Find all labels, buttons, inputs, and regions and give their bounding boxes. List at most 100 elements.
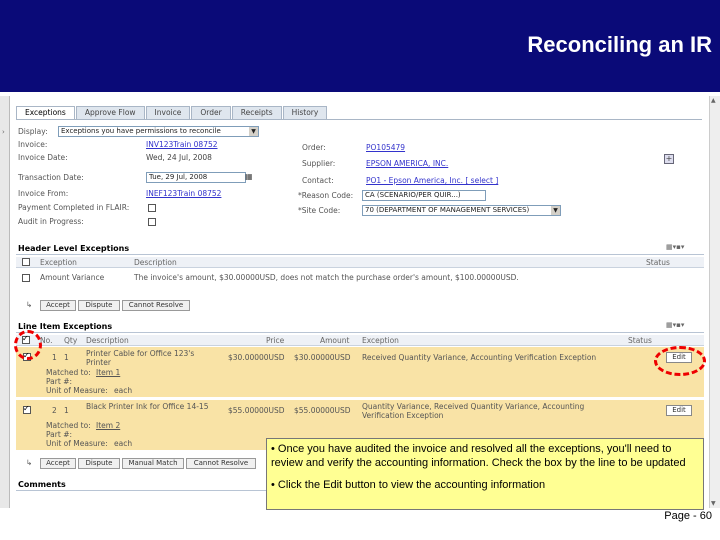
page-number: Page - 60 [664, 510, 712, 522]
cannot-resolve-button[interactable]: Cannot Resolve [186, 458, 256, 469]
uom-value: each [114, 439, 133, 448]
line-exceptions-title: Line Item Exceptions [18, 322, 113, 331]
row-qty: 1 [64, 406, 69, 415]
column-description: Description [134, 258, 177, 267]
row-amount: $55.00000USD [294, 406, 351, 415]
reason-code-value: CA (SCENARIO/PER QUIR...) [365, 191, 461, 199]
tab-order[interactable]: Order [191, 106, 231, 120]
left-rail[interactable]: › [0, 96, 10, 508]
expand-plus-icon[interactable]: + [664, 154, 674, 164]
invoice-from-label: Invoice From: [18, 189, 69, 198]
row-qty: 1 [64, 353, 69, 362]
row-no: 2 [52, 406, 57, 415]
selection-arrow-icon: ↳ [26, 300, 33, 309]
row-price: $30.00000USD [228, 353, 285, 362]
annotation-circle-checkbox [14, 330, 42, 360]
cannot-resolve-button[interactable]: Cannot Resolve [122, 300, 190, 311]
select-all-checkbox[interactable] [22, 258, 30, 266]
column-description: Description [86, 336, 129, 345]
matched-label: Matched to: [46, 368, 91, 377]
chevron-down-icon[interactable]: ▼ [249, 127, 258, 136]
tab-exceptions[interactable]: Exceptions [16, 106, 75, 120]
uom-label: Unit of Measure: [46, 439, 108, 448]
row-no: 1 [52, 353, 57, 362]
scroll-down-icon[interactable]: ▼ [711, 500, 716, 507]
collapse-arrow-icon[interactable]: › [2, 128, 5, 136]
uom-label: Unit of Measure: [46, 386, 108, 395]
row-checkbox[interactable] [23, 404, 31, 414]
edit-button[interactable]: Edit [666, 405, 692, 416]
payment-completed-checkbox[interactable] [148, 204, 156, 212]
column-exception: Exception [40, 258, 77, 267]
scroll-up-icon[interactable]: ▲ [711, 97, 716, 104]
table-row: 1 1 Printer Cable for Office 123's Print… [16, 347, 704, 397]
contact-link[interactable]: PO1 - Epson America, Inc. [ select ] [366, 176, 498, 185]
display-select[interactable]: Exceptions you have permissions to recon… [58, 126, 259, 137]
supplier-label: Supplier: [302, 159, 336, 168]
slide-banner: Reconciling an IR [0, 0, 720, 92]
column-amount: Amount [320, 336, 350, 345]
manual-match-button[interactable]: Manual Match [122, 458, 184, 469]
panel-options-icon[interactable]: ▦▾▪▾ [666, 321, 684, 329]
payment-completed-label: Payment Completed in FLAIR: [18, 203, 130, 212]
accept-button[interactable]: Accept [40, 300, 76, 311]
section-divider [16, 254, 704, 255]
vertical-scrollbar[interactable]: ▲ ▼ [709, 96, 720, 508]
header-exception-name: Amount Variance [40, 273, 105, 282]
supplier-link[interactable]: EPSON AMERICA, INC. [366, 159, 448, 168]
site-code-select[interactable]: 70 (DEPARTMENT OF MANAGEMENT SERVICES) ▼ [362, 205, 561, 216]
tab-receipts[interactable]: Receipts [231, 106, 282, 120]
tab-approve-flow[interactable]: Approve Flow [75, 106, 145, 120]
invoice-date-label: Invoice Date: [18, 153, 68, 162]
instruction-callout: • Once you have audited the invoice and … [266, 438, 704, 510]
tab-history[interactable]: History [282, 106, 328, 120]
tab-invoice[interactable]: Invoice [145, 106, 191, 120]
header-exception-checkbox[interactable] [22, 274, 30, 282]
accept-button[interactable]: Accept [40, 458, 76, 469]
line-exceptions-column-header: No. Qty Description Price Amount Excepti… [16, 334, 704, 346]
header-exceptions-title: Header Level Exceptions [18, 244, 130, 253]
callout-bullet-2: • Click the Edit button to view the acco… [271, 479, 546, 491]
header-exceptions-column-header: Exception Description Status [16, 257, 704, 268]
uom-value: each [114, 386, 133, 395]
header-exception-description: The invoice's amount, $30.00000USD, does… [134, 273, 519, 282]
row-exception: Quantity Variance, Received Quantity Var… [362, 402, 585, 420]
matched-link[interactable]: Item 2 [96, 421, 120, 430]
dispute-button[interactable]: Dispute [78, 300, 120, 311]
section-divider [16, 332, 704, 333]
tab-divider [16, 119, 702, 120]
annotation-circle-edit [654, 346, 706, 376]
row-exception: Received Quantity Variance, Accounting V… [362, 353, 597, 362]
invoice-link[interactable]: INV123Train 08752 [146, 140, 218, 149]
transaction-date-label: Transaction Date: [18, 173, 84, 182]
contact-label: Contact: [302, 176, 334, 185]
part-label: Part #: [46, 377, 73, 386]
calendar-icon[interactable]: ▦ [245, 172, 253, 181]
reason-code-label: *Reason Code: [298, 191, 354, 200]
column-qty: Qty [64, 336, 78, 345]
reason-code-select[interactable]: CA (SCENARIO/PER QUIR...) [362, 190, 486, 201]
chevron-down-icon[interactable]: ▼ [551, 206, 560, 215]
dispute-button[interactable]: Dispute [78, 458, 120, 469]
transaction-date-input[interactable]: Tue, 29 Jul, 2008 [146, 172, 246, 183]
selection-arrow-icon: ↳ [26, 458, 33, 467]
part-label: Part #: [46, 430, 73, 439]
invoice-from-link[interactable]: INEF123Train 08752 [146, 189, 221, 198]
row-price: $55.00000USD [228, 406, 285, 415]
audit-label: Audit in Progress: [18, 217, 84, 226]
column-price: Price [266, 336, 285, 345]
matched-link[interactable]: Item 1 [96, 368, 120, 377]
order-link[interactable]: PO105479 [366, 143, 405, 152]
column-exception: Exception [362, 336, 399, 345]
row-description: Printer Cable for Office 123's Printer [86, 349, 195, 367]
tab-bar: Exceptions Approve Flow Invoice Order Re… [16, 106, 328, 120]
invoice-date-value: Wed, 24 Jul, 2008 [146, 153, 212, 162]
panel-options-icon[interactable]: ▦▾▪▾ [666, 243, 684, 251]
row-amount: $30.00000USD [294, 353, 351, 362]
audit-checkbox[interactable] [148, 218, 156, 226]
display-label: Display: [18, 127, 48, 136]
column-status: Status [628, 336, 652, 345]
comments-title: Comments [18, 480, 66, 489]
callout-bullet-1: • Once you have audited the invoice and … [271, 443, 686, 469]
row-description: Black Printer Ink for Office 14-15 [86, 402, 209, 411]
